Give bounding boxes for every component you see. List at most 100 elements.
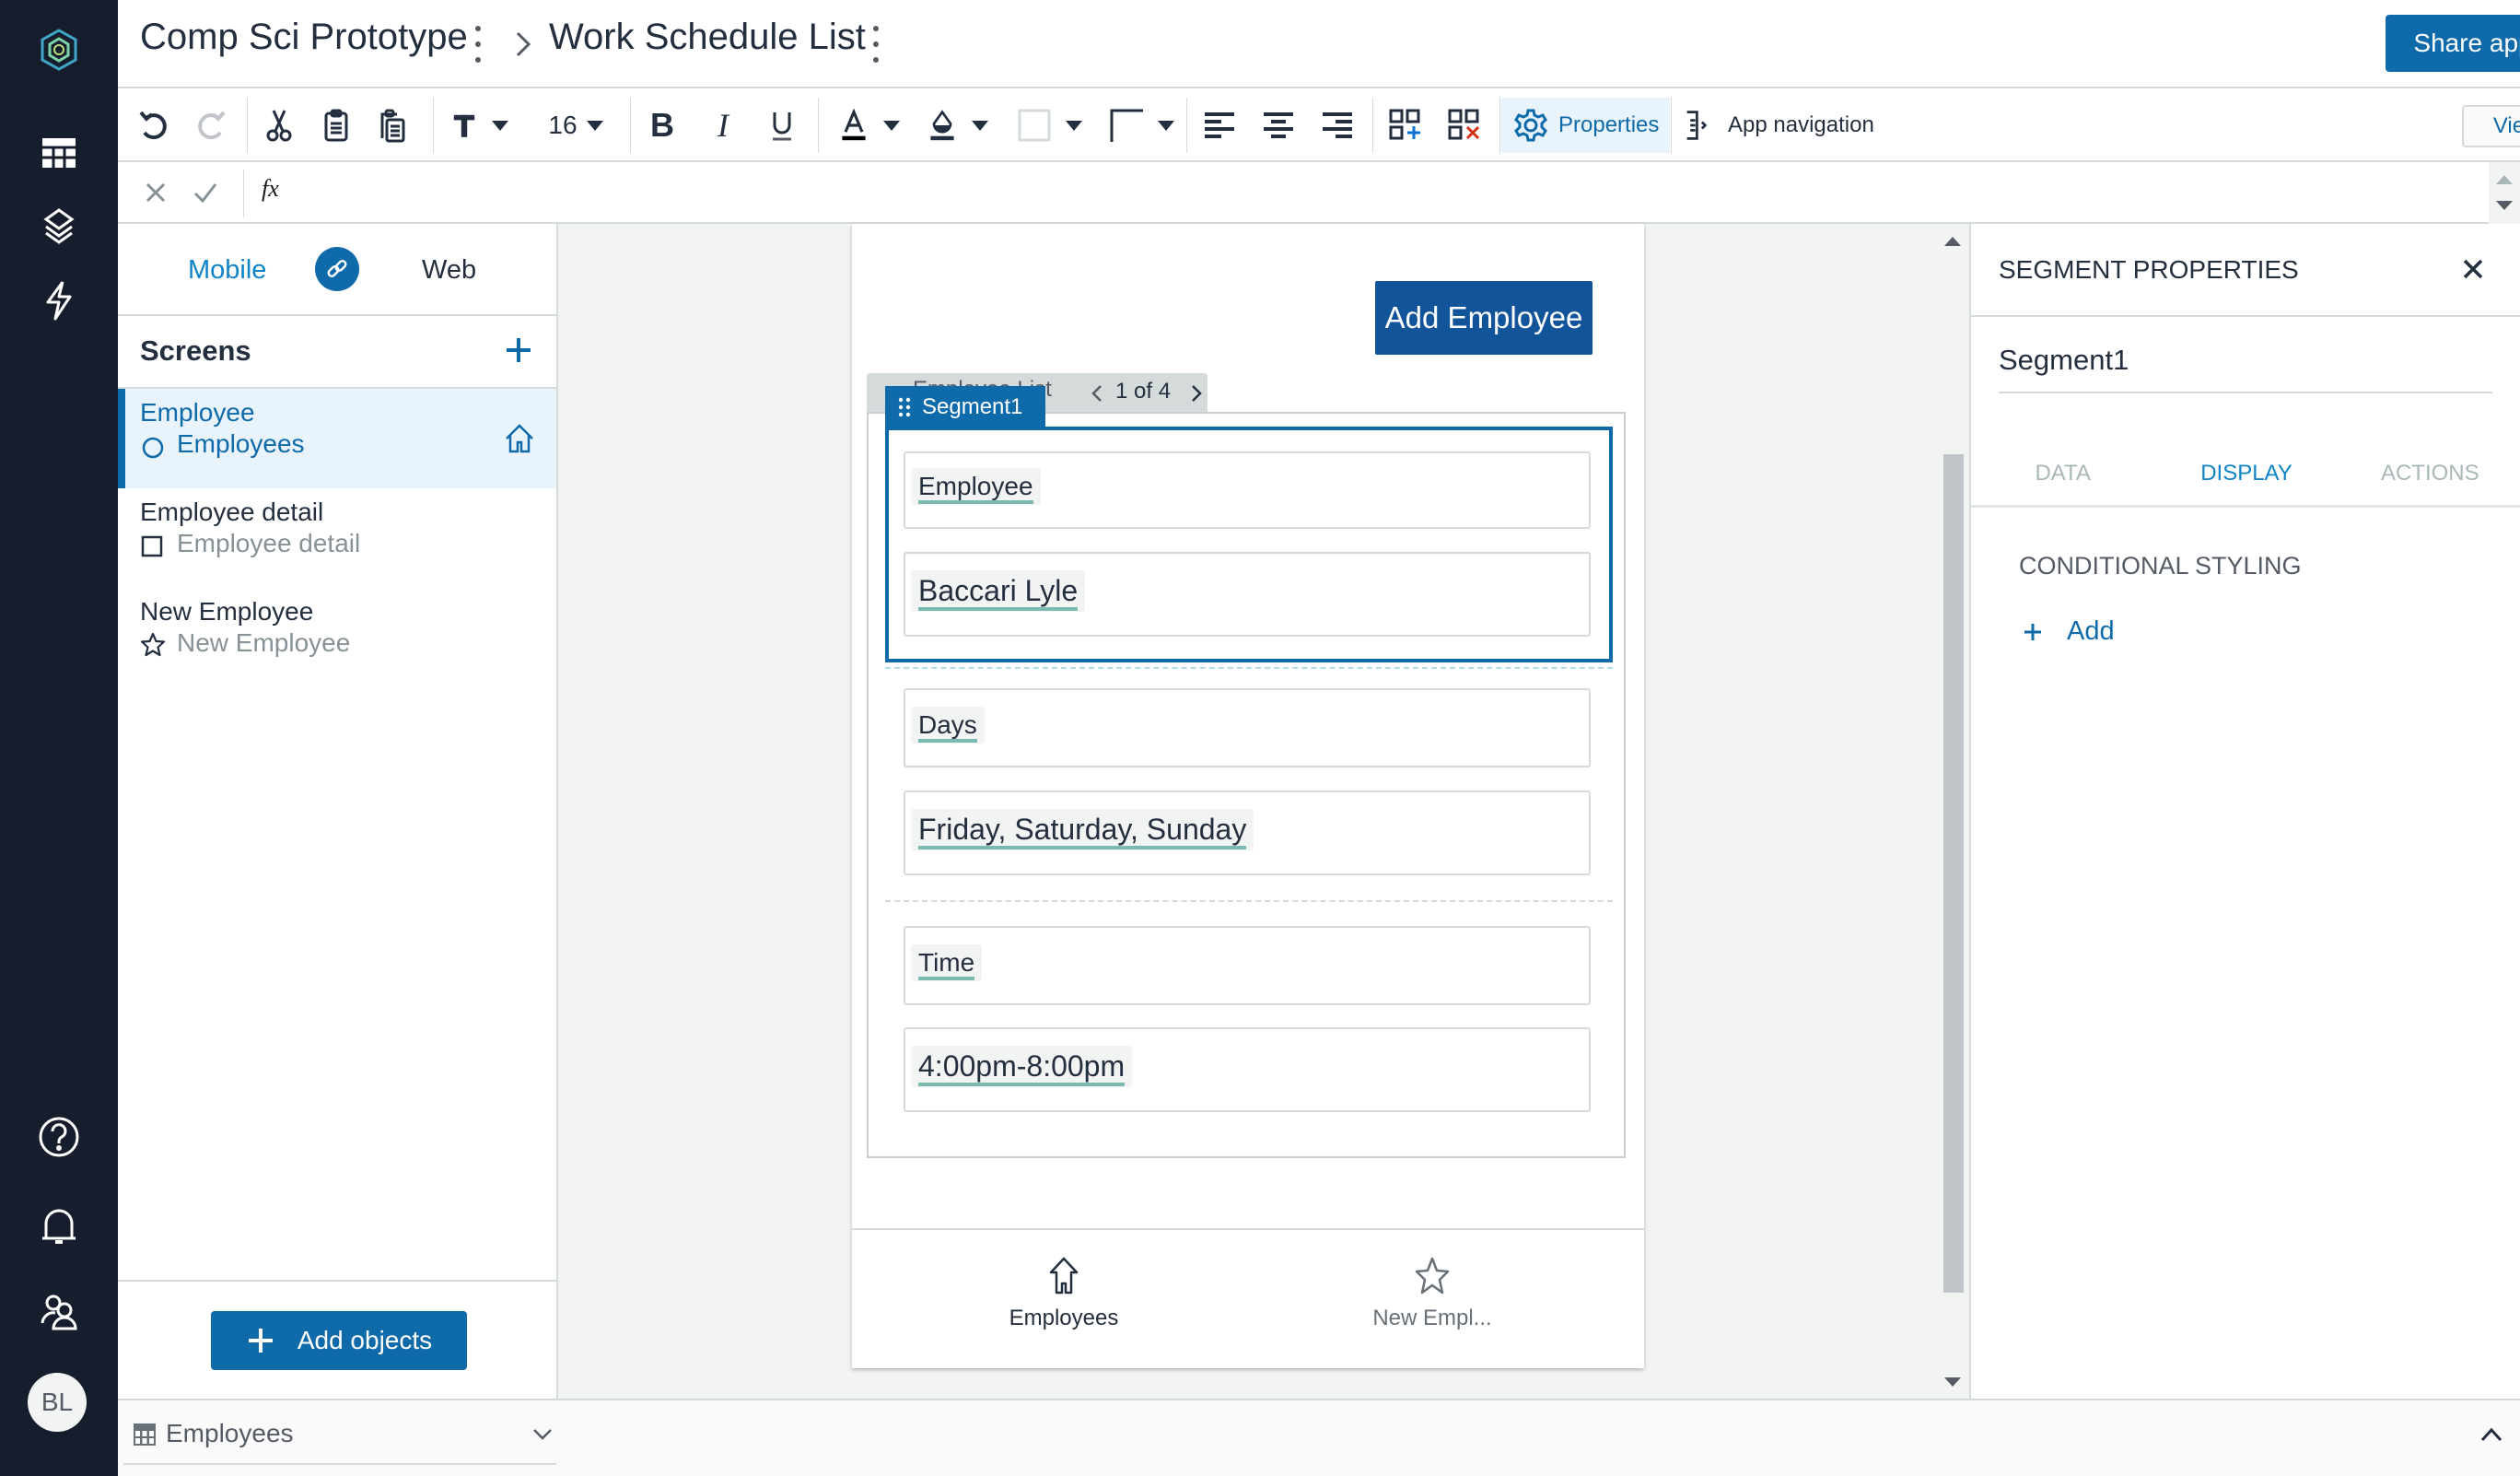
text-style-dropdown[interactable]: [442, 100, 516, 151]
fx-label: fx: [262, 175, 279, 202]
align-left-icon[interactable]: [1194, 100, 1245, 151]
font-size-dropdown[interactable]: 16: [543, 100, 608, 151]
notifications-icon[interactable]: [31, 1198, 87, 1253]
delete-row-icon[interactable]: [1439, 100, 1490, 151]
align-right-icon[interactable]: [1312, 100, 1363, 151]
app-logo-icon[interactable]: [31, 22, 87, 77]
add-row-icon[interactable]: [1380, 100, 1431, 151]
days-value-field[interactable]: Friday, Saturday, Sunday: [904, 791, 1591, 875]
share-app-button[interactable]: Share app: [2386, 15, 2520, 72]
screen-item-new-employee[interactable]: New Employee New Employee: [118, 588, 556, 687]
add-screen-icon[interactable]: [503, 334, 534, 370]
screen-title: New Employee: [140, 597, 314, 626]
copy-icon[interactable]: [313, 100, 359, 151]
prev-page-icon[interactable]: [1088, 382, 1106, 404]
add-conditional-style-button[interactable]: Add: [2023, 616, 2115, 647]
employee-value-field[interactable]: Baccari Lyle: [904, 552, 1591, 637]
screen-title: Employee detail: [140, 498, 324, 526]
view-app-button[interactable]: View app: [2462, 105, 2520, 147]
chevron-up-icon[interactable]: [2479, 1426, 2503, 1443]
cancel-formula-icon[interactable]: [142, 179, 169, 211]
star-icon: [1415, 1257, 1450, 1294]
automations-icon[interactable]: [31, 273, 87, 328]
bottom-nav-new-employee[interactable]: New Empl...: [1349, 1256, 1515, 1348]
mode-mobile-tab[interactable]: Mobile: [188, 255, 266, 286]
tables-icon[interactable]: [31, 125, 87, 181]
close-icon[interactable]: [2459, 255, 2487, 283]
field-value-chip: Baccari Lyle: [911, 570, 1086, 612]
avatar[interactable]: BL: [28, 1373, 87, 1432]
font-size-value: 16: [548, 111, 578, 139]
help-icon[interactable]: [31, 1109, 87, 1165]
add-employee-button[interactable]: Add Employee: [1375, 281, 1592, 355]
canvas-scroll-thumb[interactable]: [1943, 454, 1964, 1293]
formula-input[interactable]: [302, 168, 2457, 217]
segment-tag[interactable]: Segment1: [885, 386, 1045, 428]
bottom-nav-employees[interactable]: Employees: [990, 1256, 1138, 1348]
properties-button[interactable]: Properties: [1501, 98, 1671, 153]
mode-web-tab[interactable]: Web: [422, 255, 476, 286]
days-label-field[interactable]: Days: [904, 688, 1591, 767]
field-value-chip: Friday, Saturday, Sunday: [911, 809, 1254, 850]
time-label-field[interactable]: Time: [904, 926, 1591, 1005]
table-more-icon[interactable]: [871, 26, 881, 63]
plus-icon: [248, 1329, 273, 1353]
align-center-icon[interactable]: [1253, 100, 1304, 151]
italic-button[interactable]: I: [700, 100, 746, 151]
table-selector[interactable]: Employees: [123, 1410, 556, 1465]
border-style-dropdown[interactable]: [1100, 100, 1183, 151]
time-value-field[interactable]: 4:00pm-8:00pm: [904, 1027, 1591, 1112]
underline-button[interactable]: [759, 100, 805, 151]
screen-item-employee-detail[interactable]: Employee detail Employee detail: [118, 488, 556, 588]
confirm-formula-icon[interactable]: [192, 179, 219, 211]
redo-icon[interactable]: [188, 100, 234, 151]
tab-data[interactable]: DATA: [1971, 461, 2154, 486]
mobile-preview: Add Employee Employee List 1 of 4 Segmen…: [852, 224, 1644, 1368]
breadcrumb-table-name[interactable]: Work Schedule List: [549, 17, 866, 58]
app-navigation-label: App navigation: [1728, 112, 1874, 137]
design-canvas: Add Employee Employee List 1 of 4 Segmen…: [558, 224, 1969, 1399]
formula-bar: fx: [118, 162, 2520, 224]
circle-icon: [142, 437, 164, 459]
field-label-chip: Days: [911, 707, 985, 744]
properties-label: Properties: [1558, 112, 1660, 137]
link-modes-icon[interactable]: [315, 247, 359, 291]
users-icon[interactable]: [31, 1284, 87, 1340]
border-color-dropdown[interactable]: [1008, 100, 1091, 151]
field-label-chip: Employee: [911, 468, 1041, 505]
plus-icon: [2024, 623, 2041, 640]
fill-color-dropdown[interactable]: [916, 100, 998, 151]
add-objects-button[interactable]: Add objects: [211, 1311, 467, 1370]
bold-button[interactable]: B: [639, 100, 685, 151]
formula-scrollbar[interactable]: [2489, 162, 2520, 224]
home-icon: [1049, 1257, 1079, 1294]
cut-icon[interactable]: [256, 100, 302, 151]
font-color-dropdown[interactable]: [827, 100, 910, 151]
screen-item-employee[interactable]: Employee Employees: [118, 389, 556, 488]
app-more-icon[interactable]: [473, 26, 483, 63]
layers-icon[interactable]: [31, 199, 87, 254]
app-navigation-button[interactable]: App navigation: [1684, 100, 1874, 151]
canvas-scrollbar[interactable]: [1936, 224, 1969, 1399]
segment-name-input[interactable]: Segment1: [1999, 338, 2492, 393]
global-nav: BL: [0, 0, 118, 1476]
star-icon: [140, 632, 166, 657]
tab-display[interactable]: DISPLAY: [2154, 461, 2338, 486]
paste-icon[interactable]: [368, 100, 414, 151]
panel-title: SEGMENT PROPERTIES: [1999, 255, 2299, 284]
share-app-label[interactable]: Share app: [2386, 15, 2520, 72]
tab-actions[interactable]: ACTIONS: [2339, 461, 2520, 486]
bottom-nav-label: Employees: [1009, 1306, 1119, 1330]
undo-icon[interactable]: [131, 100, 177, 151]
drag-handle-icon[interactable]: [898, 396, 911, 418]
next-page-icon[interactable]: [1187, 382, 1206, 404]
screen-subtitle: New Employee: [177, 628, 351, 657]
segment-properties-panel: SEGMENT PROPERTIES Segment1 DATA DISPLAY…: [1969, 224, 2520, 1399]
employee-label-field[interactable]: Employee: [904, 451, 1591, 529]
screen-subtitle: Employee detail: [177, 529, 361, 557]
square-icon: [141, 535, 163, 557]
breadcrumb-app-name[interactable]: Comp Sci Prototype: [140, 17, 468, 58]
screen-subtitle: Employees: [177, 429, 305, 458]
field-label-chip: Time: [911, 944, 983, 981]
pagination-text: 1 of 4: [1115, 379, 1172, 404]
